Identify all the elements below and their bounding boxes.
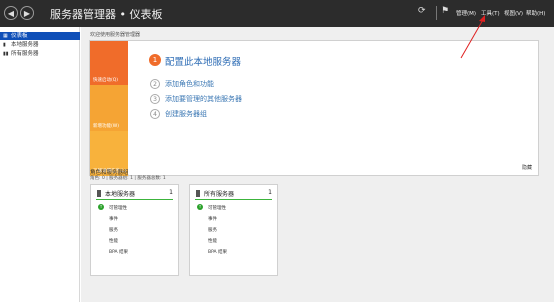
page-title: 服务器管理器 • 仪表板 — [50, 8, 163, 21]
sidebar-item-label: 仪表板 — [11, 33, 28, 39]
welcome-panel: 快速启动(Q) 新增功能(W) 了解详细信息(L) 1 配置此本地服务器 2 添… — [89, 40, 539, 176]
step-number: 3 — [150, 94, 160, 104]
menu-view[interactable]: 视图(V) — [504, 9, 523, 17]
step-create-server-group[interactable]: 创建服务器组 — [165, 109, 207, 119]
server-card-all[interactable]: 所有服务器 1 ↑ 可管理性 事件 服务 性能 BPA 结果 — [189, 184, 278, 276]
card-title-text: 所有服务器 — [204, 191, 235, 198]
card-row-events[interactable]: 事件 — [208, 216, 217, 222]
step-number: 1 — [149, 54, 161, 66]
menu-manage[interactable]: 管理(M) — [456, 9, 476, 17]
title-bar: ◀ ▶ 服务器管理器 • 仪表板 ⟳ ⚑ 管理(M) 工具(T) 视图(V) 帮… — [0, 0, 554, 27]
tile-label: 新增功能(W) — [93, 124, 119, 129]
card-row-services[interactable]: 服务 — [208, 227, 217, 233]
server-icon — [97, 190, 101, 197]
divider — [436, 6, 437, 20]
sidebar-item-local-server[interactable]: ▮ 本地服务器 — [0, 41, 80, 49]
step-add-servers[interactable]: 添加要管理的其他服务器 — [165, 94, 242, 104]
tile-whats-new[interactable]: 新增功能(W) — [90, 85, 128, 131]
ok-status-icon: ↑ — [98, 204, 104, 210]
card-count: 1 — [268, 189, 272, 196]
forward-arrow-icon[interactable]: ▶ — [20, 6, 34, 20]
card-row-performance[interactable]: 性能 — [109, 238, 118, 244]
card-title-text: 本地服务器 — [105, 191, 136, 198]
card-title: 所有服务器 — [196, 189, 234, 198]
card-title: 本地服务器 — [97, 189, 135, 198]
step-configure-local-server[interactable]: 配置此本地服务器 — [165, 54, 241, 68]
card-row-bpa[interactable]: BPA 结果 — [208, 249, 227, 255]
hide-link[interactable]: 隐藏 — [522, 164, 532, 171]
card-row-bpa[interactable]: BPA 结果 — [109, 249, 128, 255]
sidebar-item-label: 所有服务器 — [11, 51, 39, 57]
refresh-icon[interactable]: ⟳ — [418, 6, 426, 16]
sidebar: ▦ 仪表板 ▮ 本地服务器 ▮▮ 所有服务器 — [0, 27, 80, 302]
sidebar-item-label: 本地服务器 — [11, 42, 39, 48]
card-count: 1 — [169, 189, 173, 196]
servers-icon: ▮▮ — [3, 51, 9, 57]
menu-help[interactable]: 帮助(H) — [526, 9, 545, 17]
server-card-local[interactable]: 本地服务器 1 ↑ 可管理性 事件 服务 性能 BPA 结果 — [90, 184, 179, 276]
menu-tools[interactable]: 工具(T) — [481, 9, 500, 17]
card-row-manageability[interactable]: 可管理性 — [208, 205, 226, 211]
dashboard-main: 欢迎使用服务器管理器 快速启动(Q) 新增功能(W) 了解详细信息(L) 1 配… — [81, 27, 554, 302]
dashboard-icon: ▦ — [3, 33, 8, 39]
status-bar — [195, 199, 272, 200]
servers-icon — [196, 190, 200, 197]
ok-status-icon: ↑ — [197, 204, 203, 210]
step-number: 2 — [150, 79, 160, 89]
step-number: 4 — [150, 109, 160, 119]
tile-quick-start[interactable]: 快速启动(Q) — [90, 41, 128, 85]
status-bar — [96, 199, 173, 200]
card-row-services[interactable]: 服务 — [109, 227, 118, 233]
step-add-roles[interactable]: 添加角色和功能 — [165, 79, 214, 89]
card-row-events[interactable]: 事件 — [109, 216, 118, 222]
roles-summary: 角色: 0 | 服务器组: 1 | 服务器总数: 1 — [90, 176, 166, 181]
card-row-manageability[interactable]: 可管理性 — [109, 205, 127, 211]
sidebar-item-dashboard[interactable]: ▦ 仪表板 — [0, 32, 80, 40]
tile-label: 快速启动(Q) — [93, 78, 119, 83]
notification-flag-icon[interactable]: ⚑ — [441, 6, 449, 16]
back-arrow-icon[interactable]: ◀ — [4, 6, 18, 20]
card-row-performance[interactable]: 性能 — [208, 238, 217, 244]
welcome-title: 欢迎使用服务器管理器 — [90, 32, 141, 38]
sidebar-item-all-servers[interactable]: ▮▮ 所有服务器 — [0, 50, 80, 58]
server-icon: ▮ — [3, 42, 6, 48]
